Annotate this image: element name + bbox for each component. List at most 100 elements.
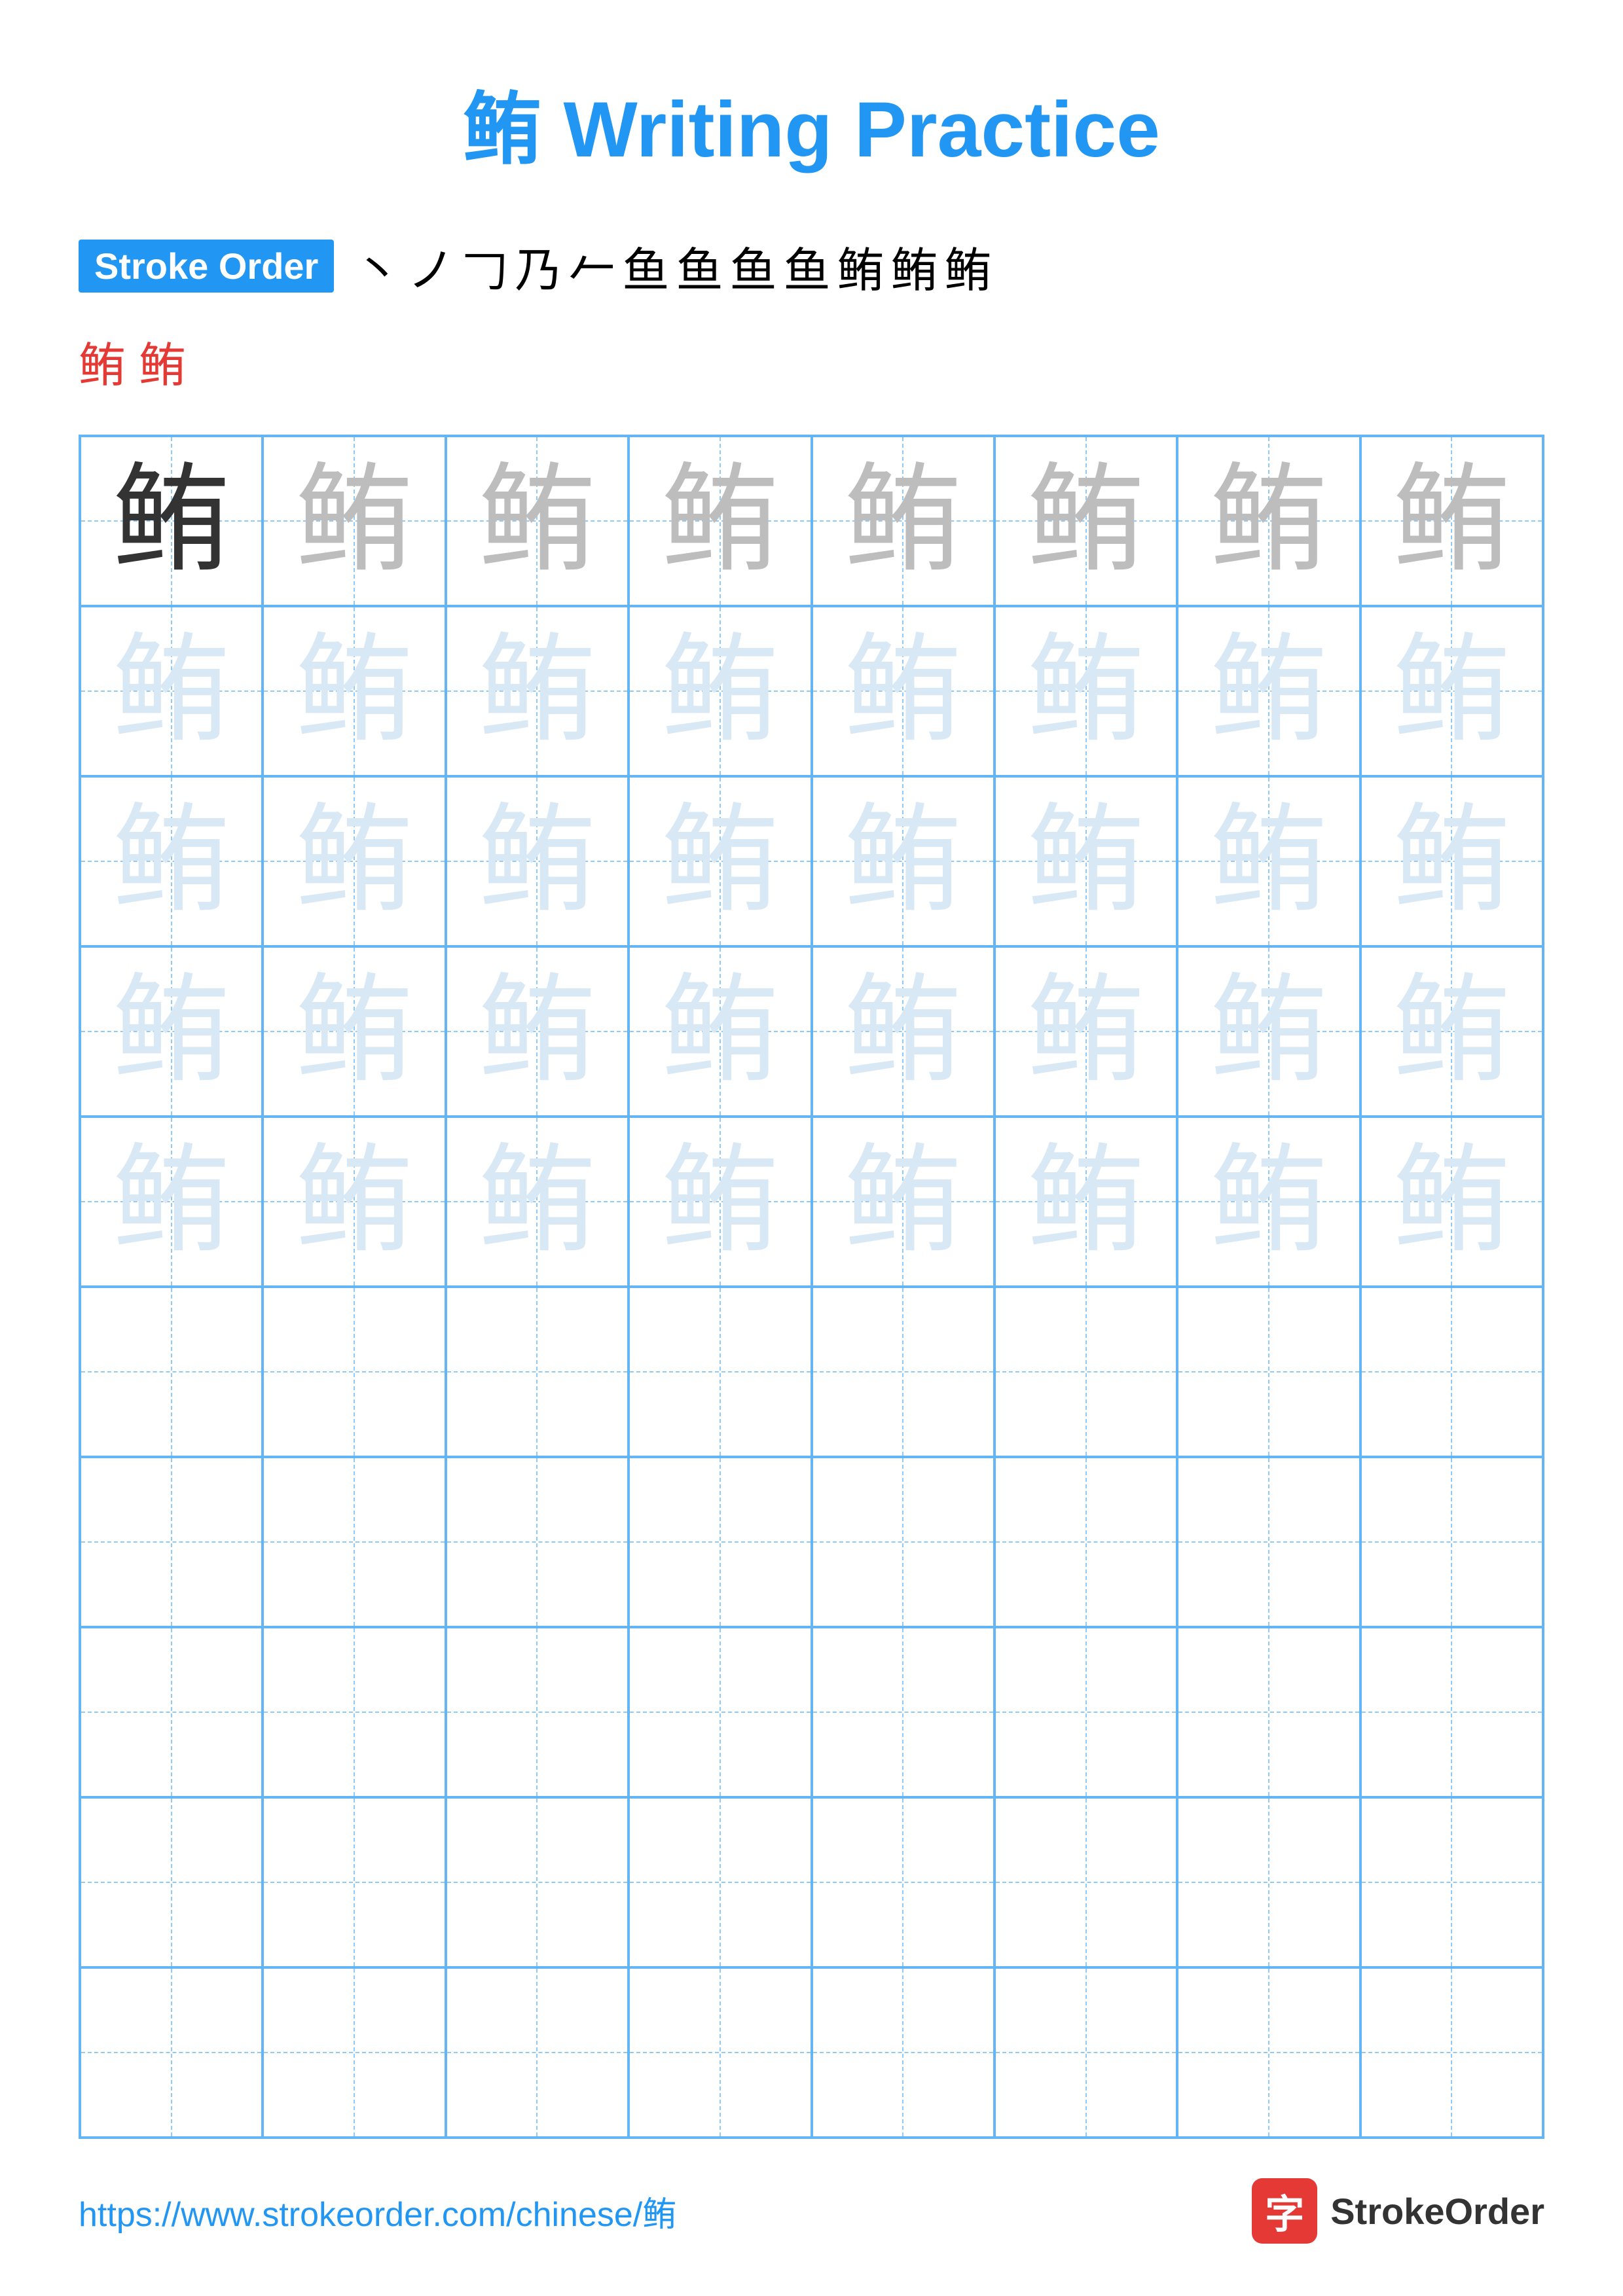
grid-cell-r9c4[interactable]: [629, 1797, 811, 1967]
grid-cell-r6c4[interactable]: [629, 1287, 811, 1457]
char-r5c8: 鲔: [1393, 1143, 1510, 1261]
grid-cell-r7c3[interactable]: [446, 1457, 629, 1627]
grid-cell-r10c8[interactable]: [1360, 1967, 1543, 2138]
stroke-char-2: ノ: [407, 232, 454, 300]
grid-cell-r2c4[interactable]: 鲔: [629, 606, 811, 776]
grid-cell-r4c8[interactable]: 鲔: [1360, 946, 1543, 1117]
footer-logo: 字 StrokeOrder: [1252, 2178, 1544, 2244]
grid-cell-r8c4[interactable]: [629, 1627, 811, 1797]
grid-cell-r3c4[interactable]: 鲔: [629, 776, 811, 946]
grid-cell-r7c4[interactable]: [629, 1457, 811, 1627]
grid-cell-r5c6[interactable]: 鲔: [994, 1117, 1177, 1287]
grid-cell-r10c2[interactable]: [263, 1967, 445, 2138]
grid-cell-r9c3[interactable]: [446, 1797, 629, 1967]
grid-cell-r2c6[interactable]: 鲔: [994, 606, 1177, 776]
grid-cell-r3c2[interactable]: 鲔: [263, 776, 445, 946]
grid-cell-r5c1[interactable]: 鲔: [80, 1117, 263, 1287]
grid-cell-r2c5[interactable]: 鲔: [812, 606, 994, 776]
grid-cell-r10c6[interactable]: [994, 1967, 1177, 2138]
grid-cell-r6c6[interactable]: [994, 1287, 1177, 1457]
char-r3c4: 鲔: [661, 802, 779, 920]
grid-cell-r3c3[interactable]: 鲔: [446, 776, 629, 946]
grid-cell-r5c2[interactable]: 鲔: [263, 1117, 445, 1287]
char-r2c7: 鲔: [1210, 632, 1328, 750]
grid-cell-r2c3[interactable]: 鲔: [446, 606, 629, 776]
grid-cell-r5c3[interactable]: 鲔: [446, 1117, 629, 1287]
grid-cell-r8c7[interactable]: [1177, 1627, 1360, 1797]
grid-cell-r8c5[interactable]: [812, 1627, 994, 1797]
char-r2c8: 鲔: [1393, 632, 1510, 750]
practice-grid: 鲔 鲔 鲔 鲔 鲔 鲔 鲔 鲔: [79, 435, 1544, 2139]
grid-cell-r6c7[interactable]: [1177, 1287, 1360, 1457]
grid-cell-r1c7[interactable]: 鲔: [1177, 436, 1360, 606]
grid-cell-r4c3[interactable]: 鲔: [446, 946, 629, 1117]
grid-cell-r1c3[interactable]: 鲔: [446, 436, 629, 606]
grid-cell-r6c2[interactable]: [263, 1287, 445, 1457]
grid-cell-r1c1[interactable]: 鲔: [80, 436, 263, 606]
grid-cell-r9c2[interactable]: [263, 1797, 445, 1967]
grid-cell-r4c5[interactable]: 鲔: [812, 946, 994, 1117]
grid-cell-r8c2[interactable]: [263, 1627, 445, 1797]
grid-cell-r10c3[interactable]: [446, 1967, 629, 2138]
grid-cell-r3c7[interactable]: 鲔: [1177, 776, 1360, 946]
char-r5c6: 鲔: [1027, 1143, 1145, 1261]
grid-cell-r6c1[interactable]: [80, 1287, 263, 1457]
grid-cell-r9c8[interactable]: [1360, 1797, 1543, 1967]
grid-cell-r2c7[interactable]: 鲔: [1177, 606, 1360, 776]
char-r3c3: 鲔: [478, 802, 596, 920]
char-r5c7: 鲔: [1210, 1143, 1328, 1261]
grid-cell-r9c1[interactable]: [80, 1797, 263, 1967]
grid-cell-r8c8[interactable]: [1360, 1627, 1543, 1797]
grid-cell-r2c8[interactable]: 鲔: [1360, 606, 1543, 776]
grid-cell-r3c1[interactable]: 鲔: [80, 776, 263, 946]
grid-cell-r10c1[interactable]: [80, 1967, 263, 2138]
grid-cell-r1c5[interactable]: 鲔: [812, 436, 994, 606]
grid-cell-r10c7[interactable]: [1177, 1967, 1360, 2138]
grid-cell-r4c2[interactable]: 鲔: [263, 946, 445, 1117]
grid-cell-r4c7[interactable]: 鲔: [1177, 946, 1360, 1117]
grid-cell-r8c1[interactable]: [80, 1627, 263, 1797]
grid-cell-r5c5[interactable]: 鲔: [812, 1117, 994, 1287]
stroke-char-5: 𠂉: [568, 232, 615, 300]
char-r2c4: 鲔: [661, 632, 779, 750]
grid-cell-r10c4[interactable]: [629, 1967, 811, 2138]
footer-url[interactable]: https://www.strokeorder.com/chinese/鲔: [79, 2187, 676, 2236]
grid-cell-r1c2[interactable]: 鲔: [263, 436, 445, 606]
grid-cell-r7c5[interactable]: [812, 1457, 994, 1627]
grid-cell-r1c4[interactable]: 鲔: [629, 436, 811, 606]
char-r5c5: 鲔: [844, 1143, 962, 1261]
grid-cell-r10c5[interactable]: [812, 1967, 994, 2138]
grid-cell-r4c1[interactable]: 鲔: [80, 946, 263, 1117]
stroke-order-label: Stroke Order: [79, 240, 334, 293]
grid-cell-r3c8[interactable]: 鲔: [1360, 776, 1543, 946]
grid-cell-r7c2[interactable]: [263, 1457, 445, 1627]
grid-cell-r7c7[interactable]: [1177, 1457, 1360, 1627]
grid-cell-r9c7[interactable]: [1177, 1797, 1360, 1967]
grid-cell-r6c8[interactable]: [1360, 1287, 1543, 1457]
grid-cell-r4c4[interactable]: 鲔: [629, 946, 811, 1117]
grid-cell-r1c6[interactable]: 鲔: [994, 436, 1177, 606]
grid-cell-r1c8[interactable]: 鲔: [1360, 436, 1543, 606]
grid-cell-r6c3[interactable]: [446, 1287, 629, 1457]
grid-cell-r5c7[interactable]: 鲔: [1177, 1117, 1360, 1287]
grid-cell-r2c2[interactable]: 鲔: [263, 606, 445, 776]
grid-cell-r8c3[interactable]: [446, 1627, 629, 1797]
grid-cell-r3c6[interactable]: 鲔: [994, 776, 1177, 946]
char-r3c1: 鲔: [113, 802, 230, 920]
grid-cell-r9c6[interactable]: [994, 1797, 1177, 1967]
page-title: 鲔 Writing Practice: [79, 65, 1544, 179]
stroke-char-8: 鱼: [729, 232, 776, 300]
grid-cell-r3c5[interactable]: 鲔: [812, 776, 994, 946]
grid-cell-r7c1[interactable]: [80, 1457, 263, 1627]
grid-cell-r5c4[interactable]: 鲔: [629, 1117, 811, 1287]
grid-cell-r7c8[interactable]: [1360, 1457, 1543, 1627]
stroke-char-7: 鱼: [676, 232, 723, 300]
grid-cell-r2c1[interactable]: 鲔: [80, 606, 263, 776]
grid-cell-r7c6[interactable]: [994, 1457, 1177, 1627]
char-r4c6: 鲔: [1027, 973, 1145, 1090]
grid-cell-r6c5[interactable]: [812, 1287, 994, 1457]
grid-cell-r5c8[interactable]: 鲔: [1360, 1117, 1543, 1287]
grid-cell-r4c6[interactable]: 鲔: [994, 946, 1177, 1117]
grid-cell-r9c5[interactable]: [812, 1797, 994, 1967]
grid-cell-r8c6[interactable]: [994, 1627, 1177, 1797]
